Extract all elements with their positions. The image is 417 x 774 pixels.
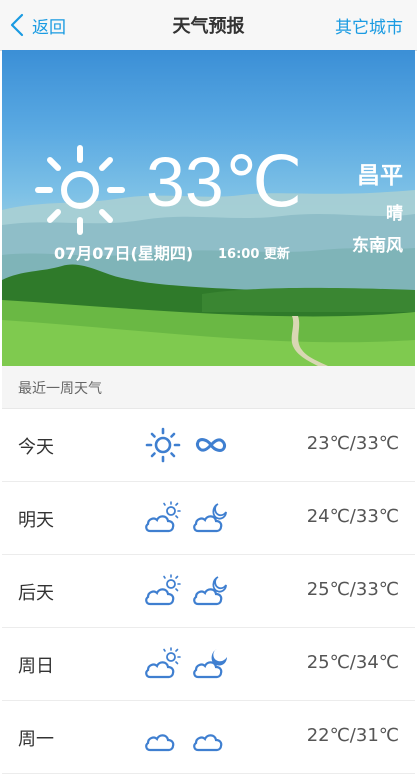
chevron-left-icon [10,13,24,37]
cloud-icon [193,734,223,752]
temperature-range: 23℃/33℃ [306,433,399,454]
partly-cloudy-sun-icon [145,574,181,606]
cloud-moon-icon [193,503,227,533]
forecast-header: 最近一周天气 [2,366,415,409]
back-button[interactable]: 返回 [10,12,66,38]
temperature-range: 22℃/31℃ [306,725,399,746]
cloud-moon-icon [193,576,227,606]
current-temperature: 33℃ [146,143,303,221]
forecast-row: 后天 25℃/33℃ [2,555,415,628]
sun-icon [35,145,125,235]
forecast-day: 周一 [18,729,54,750]
temperature-range: 25℃/34℃ [306,652,399,673]
other-cities-button[interactable]: 其它城市 [335,13,403,38]
back-label: 返回 [32,17,66,38]
partly-cloudy-sun-icon [145,501,181,533]
weekly-forecast: 最近一周天气 今天 23℃/33℃ 明天 24℃/33℃ 后天 25℃/33℃ … [2,366,415,774]
forecast-day: 今天 [18,437,54,458]
temperature-range: 25℃/33℃ [306,579,399,600]
current-weather-panel: 33℃ 07月07日(星期四) 16:00 更新 昌平 晴 东南风 [2,50,415,366]
temperature-range: 24℃/33℃ [306,506,399,527]
sun-icon [145,427,181,463]
forecast-day: 周日 [18,656,54,677]
wind-direction: 东南风 [352,236,403,256]
weather-condition: 晴 [386,204,403,224]
cloud-icon [145,734,175,752]
forecast-row: 明天 24℃/33℃ [2,482,415,555]
current-date: 07月07日(星期四) [54,244,194,263]
cloud-moon-filled-icon [193,649,227,679]
forecast-row: 周日 25℃/34℃ [2,628,415,701]
nav-bar: 返回 天气预报 其它城市 [0,0,417,51]
forecast-row: 今天 23℃/33℃ [2,409,415,482]
partly-cloudy-sun-icon [145,647,181,679]
infinity-icon [196,438,226,452]
update-time: 16:00 更新 [218,247,290,262]
city-name: 昌平 [357,163,403,189]
forecast-day: 后天 [18,583,54,604]
forecast-day: 明天 [18,510,54,531]
forecast-row: 周一 22℃/31℃ [2,701,415,774]
